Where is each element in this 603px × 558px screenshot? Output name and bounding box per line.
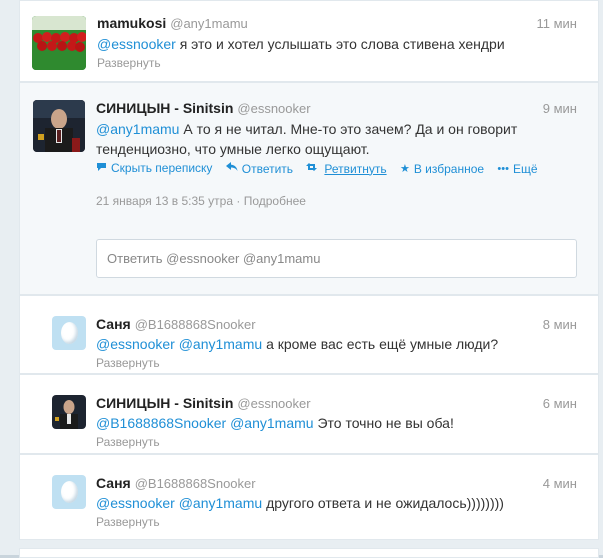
tweet-body-line2: тенденциозно, что умные легко ощущают. (96, 141, 370, 157)
mention-link[interactable]: @any1mamu (96, 121, 179, 137)
fullname[interactable]: mamukosi (97, 15, 166, 31)
tweet-text: @essnooker я это и хотел услышать это сл… (97, 34, 505, 54)
tweet-time[interactable]: 6 мин (543, 396, 577, 411)
reply-input[interactable]: Ответить @essnooker @any1mamu (96, 239, 577, 278)
avatar[interactable] (33, 100, 85, 152)
avatar[interactable] (52, 395, 86, 429)
tweet-item-expanded[interactable]: СИНИЦЫН - Sinitsin @essnooker 9 мин @any1… (19, 82, 599, 295)
speech-bubble-icon (96, 161, 107, 175)
ellipsis-icon: ••• (497, 163, 509, 175)
fullname[interactable]: СИНИЦЫН - Sinitsin (96, 100, 233, 116)
tweet-meta: 21 января 13 в 5:35 утра · Подробнее (96, 194, 306, 208)
tweet-time[interactable]: 4 мин (543, 476, 577, 491)
tweet-header: Саня @B1688868Snooker (96, 316, 256, 332)
fullname[interactable]: Саня (96, 475, 131, 491)
tweet-header: mamukosi @any1mamu (97, 15, 248, 31)
tweet-time[interactable]: 8 мин (543, 317, 577, 332)
tweet-text: @any1mamu А то я не читал. Мне-то это за… (96, 119, 517, 159)
username[interactable]: @any1mamu (170, 16, 248, 31)
username[interactable]: @B1688868Snooker (135, 476, 256, 491)
details-link[interactable]: Подробнее (244, 194, 306, 208)
more-button[interactable]: ••• Ещё (497, 162, 537, 176)
avatar[interactable] (52, 316, 86, 350)
tweet-timestamp[interactable]: 21 января 13 в 5:35 утра (96, 194, 233, 208)
fullname[interactable]: Саня (96, 316, 131, 332)
mention-link[interactable]: @essnooker (96, 495, 175, 511)
tweet-body-line1: А то я не читал. Мне-то это зачем? Да и … (183, 121, 518, 137)
avatar[interactable] (32, 16, 86, 70)
expand-link[interactable]: Развернуть (96, 515, 160, 529)
tweet-header: СИНИЦЫН - Sinitsin @essnooker (96, 100, 311, 116)
mention-link[interactable]: @essnooker (97, 36, 176, 52)
tweet-text: @essnooker @any1mamu а кроме вас есть ещ… (96, 334, 498, 354)
tweet-item[interactable]: Саня @B1688868Snooker 4 мин @essnooker @a… (19, 454, 599, 540)
tweet-time[interactable]: 9 мин (543, 101, 577, 116)
meta-separator: · (236, 194, 244, 208)
tweet-header: Саня @B1688868Snooker (96, 475, 256, 491)
tweet-text: @B1688868Snooker @any1mamu Это точно не … (96, 413, 454, 433)
expand-link[interactable]: Развернуть (97, 56, 161, 70)
expand-link[interactable]: Развернуть (96, 356, 160, 370)
mention-link[interactable]: @essnooker (96, 336, 175, 352)
tweet-text: @essnooker @any1mamu другого ответа и не… (96, 493, 504, 513)
username[interactable]: @essnooker (237, 101, 310, 116)
tweet-item[interactable]: Саня @B1688868Snooker 8 мин @essnooker @a… (19, 295, 599, 374)
tweet-body: Это точно не вы оба! (317, 415, 454, 431)
username[interactable]: @B1688868Snooker (135, 317, 256, 332)
tweet-item[interactable]: mamukosi @any1mamu 11 мин @essnooker я эт… (19, 0, 599, 82)
username[interactable]: @essnooker (237, 396, 310, 411)
tweet-header: СИНИЦЫН - Sinitsin @essnooker (96, 395, 311, 411)
favorite-button[interactable]: ★ В избранное (400, 162, 484, 176)
egg-icon (60, 481, 78, 503)
next-tweet-partial (19, 548, 599, 558)
fullname[interactable]: СИНИЦЫН - Sinitsin (96, 395, 233, 411)
mention-link[interactable]: @any1mamu (179, 336, 262, 352)
tweet-item[interactable]: СИНИЦЫН - Sinitsin @essnooker 6 мин @B168… (19, 374, 599, 454)
timeline: mamukosi @any1mamu 11 мин @essnooker я эт… (0, 0, 603, 558)
tweet-body: другого ответа и не ожидалось)))))))) (266, 495, 504, 511)
mention-link[interactable]: @any1mamu (230, 415, 313, 431)
mention-link[interactable]: @B1688868Snooker (96, 415, 226, 431)
retweet-button[interactable]: Ретвитнуть (306, 162, 387, 176)
reply-button[interactable]: Ответить (225, 162, 293, 176)
avatar[interactable] (52, 475, 86, 509)
reply-arrow-icon (225, 162, 238, 175)
tweet-body: а кроме вас есть ещё умные люди? (266, 336, 499, 352)
tweet-time[interactable]: 11 мин (537, 16, 578, 31)
egg-icon (60, 322, 78, 344)
tweet-body: я это и хотел услышать это слова стивена… (179, 36, 505, 52)
star-icon: ★ (399, 163, 410, 175)
tweet-actions: Скрыть переписку Ответить Ретвитнуть ★ В … (96, 161, 548, 176)
retweet-icon (306, 162, 320, 175)
expand-link[interactable]: Развернуть (96, 435, 160, 449)
hide-conversation-button[interactable]: Скрыть переписку (96, 161, 212, 175)
mention-link[interactable]: @any1mamu (179, 495, 262, 511)
